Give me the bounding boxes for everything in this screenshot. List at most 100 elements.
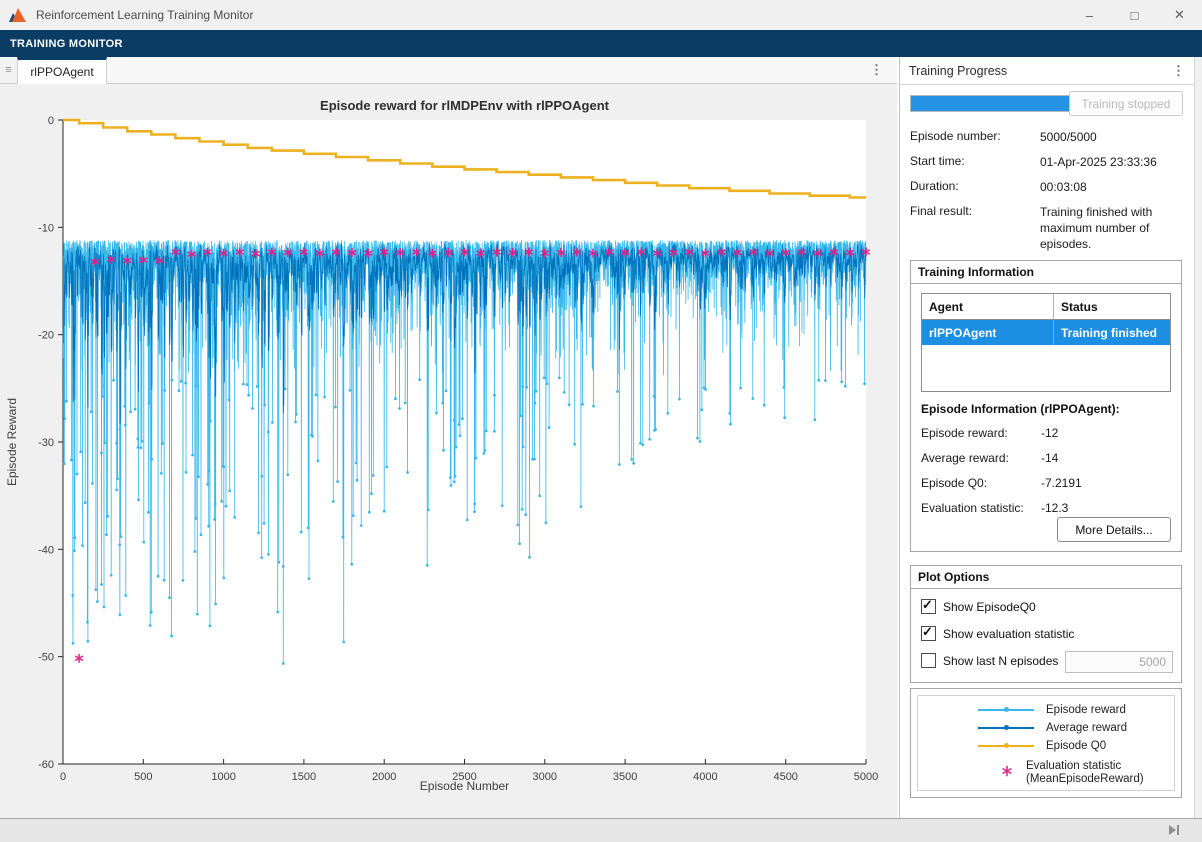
figure-area: Episode reward for rlMDPEnv with rlPPOAg…	[0, 84, 897, 818]
svg-text:4500: 4500	[773, 771, 797, 783]
status-column-header: Status	[1054, 294, 1170, 319]
legend-label: Episode Q0	[1046, 740, 1106, 753]
legend-row-0: Episode reward	[918, 703, 1174, 717]
episode-information-title: Episode Information (rlPPOAgent):	[921, 402, 1120, 416]
evaluation-statistic-asterisk-icon	[1000, 764, 1014, 783]
training-information-section: Training Information Agent Status rlPPOA…	[910, 260, 1182, 552]
show-last-n-episodes-label: Show last N episodes	[943, 654, 1058, 668]
show-evaluation-statistic-option[interactable]: Show evaluation statistic	[921, 626, 1074, 641]
table-row[interactable]: rlPPOAgent Training finished	[922, 320, 1170, 345]
svg-text:5000: 5000	[854, 771, 878, 783]
show-episodeq0-option[interactable]: Show EpisodeQ0	[921, 599, 1036, 614]
legend-label: Average reward	[1046, 722, 1127, 735]
tab-actions-icon[interactable]: ⋮	[870, 62, 883, 78]
svg-text:-40: -40	[38, 544, 54, 556]
more-details-button[interactable]: More Details...	[1057, 517, 1171, 542]
document-tab-bar: ≡ rlPPOAgent ⋮	[0, 57, 897, 84]
episode-q0-row: Episode Q0: -7.2191	[921, 476, 1171, 490]
legend-box: Episode reward Average reward Episode Q0	[910, 688, 1182, 798]
svg-text:4000: 4000	[693, 771, 717, 783]
status-cell[interactable]: Training finished	[1054, 320, 1170, 345]
svg-text:0: 0	[48, 115, 54, 127]
show-evaluation-statistic-label: Show evaluation statistic	[943, 627, 1074, 641]
evaluation-statistic-label: Evaluation statistic:	[921, 501, 1024, 515]
svg-text:2000: 2000	[372, 771, 396, 783]
panel-gutter	[1194, 57, 1202, 818]
skip-to-end-icon[interactable]	[1168, 824, 1180, 836]
average-reward-row: Average reward: -14	[921, 451, 1171, 465]
toolstrip-tab-training-monitor[interactable]: TRAINING MONITOR	[10, 38, 123, 50]
episode-q0-line-icon	[978, 741, 1034, 751]
training-information-title: Training Information	[911, 261, 1181, 284]
svg-text:500: 500	[134, 771, 152, 783]
tab-rlppoagent[interactable]: rlPPOAgent	[17, 57, 107, 84]
plot-options-title: Plot Options	[911, 566, 1181, 589]
svg-text:-50: -50	[38, 652, 54, 664]
final-result-row: Final result: Training finished with max…	[910, 204, 1182, 218]
average-reward-label: Average reward:	[921, 451, 1009, 465]
svg-text:1000: 1000	[211, 771, 235, 783]
toolstrip: TRAINING MONITOR	[0, 30, 1202, 57]
tab-grip-icon[interactable]: ≡	[0, 57, 18, 83]
minimize-button[interactable]: –	[1067, 0, 1112, 30]
training-progress-panel: Training Progress ⋮ Training stopped Epi…	[899, 57, 1194, 818]
agent-cell[interactable]: rlPPOAgent	[922, 320, 1054, 345]
svg-text:-30: -30	[38, 437, 54, 449]
episode-q0-value: -7.2191	[1041, 476, 1082, 490]
svg-text:1500: 1500	[292, 771, 316, 783]
episode-reward-label: Episode reward:	[921, 426, 1008, 440]
last-n-episodes-input[interactable]	[1065, 651, 1173, 673]
window-title: Reinforcement Learning Training Monitor	[36, 8, 253, 22]
svg-text:Episode Number: Episode Number	[420, 779, 509, 793]
svg-text:Episode Reward: Episode Reward	[5, 398, 19, 486]
show-last-n-episodes-option[interactable]: Show last N episodes	[921, 653, 1058, 668]
training-stopped-button: Training stopped	[1069, 91, 1183, 116]
show-episodeq0-label: Show EpisodeQ0	[943, 600, 1036, 614]
start-time-label: Start time:	[910, 154, 965, 168]
episode-number-row: Episode number: 5000/5000	[910, 129, 1182, 143]
panel-title: Training Progress	[909, 64, 1007, 78]
legend-label: Episode reward	[1046, 704, 1126, 717]
duration-row: Duration: 00:03:08	[910, 179, 1182, 193]
evaluation-statistic-row: Evaluation statistic: -12.3	[921, 501, 1171, 515]
training-plot: Episode reward for rlMDPEnv with rlPPOAg…	[0, 84, 897, 818]
episode-reward-value: -12	[1041, 426, 1058, 440]
maximize-button[interactable]: □	[1112, 0, 1157, 30]
legend-row-2: Episode Q0	[918, 739, 1174, 753]
agent-column-header: Agent	[922, 294, 1054, 319]
evaluation-statistic-value: -12.3	[1041, 501, 1068, 515]
duration-value: 00:03:08	[1040, 179, 1192, 195]
panel-header: Training Progress ⋮	[900, 57, 1194, 85]
progress-bar-fill	[911, 96, 1071, 111]
legend-row-3: Evaluation statistic (MeanEpisodeReward)	[918, 759, 1174, 787]
duration-label: Duration:	[910, 179, 959, 193]
svg-text:-60: -60	[38, 759, 54, 771]
episode-number-label: Episode number:	[910, 129, 1001, 143]
window-controls: – □ ✕	[1067, 0, 1202, 30]
episode-q0-label: Episode Q0:	[921, 476, 987, 490]
average-reward-value: -14	[1041, 451, 1058, 465]
svg-text:0: 0	[60, 771, 66, 783]
svg-text:-10: -10	[38, 222, 54, 234]
close-button[interactable]: ✕	[1157, 0, 1202, 30]
show-evaluation-statistic-checkbox[interactable]	[921, 626, 936, 641]
title-bar: Reinforcement Learning Training Monitor …	[0, 0, 1202, 30]
matlab-logo-icon	[9, 7, 27, 23]
final-result-value: Training finished with maximum number of…	[1040, 204, 1192, 252]
legend-row-1: Average reward	[918, 721, 1174, 735]
episode-reward-row: Episode reward: -12	[921, 426, 1171, 440]
panel-menu-icon[interactable]: ⋮	[1172, 63, 1185, 79]
episode-reward-line-icon	[978, 705, 1034, 715]
svg-text:3000: 3000	[533, 771, 557, 783]
status-bar	[0, 818, 1202, 842]
show-episodeq0-checkbox[interactable]	[921, 599, 936, 614]
svg-text:-20: -20	[38, 330, 54, 342]
legend-label: Evaluation statistic (MeanEpisodeReward)	[1026, 760, 1144, 786]
svg-text:3500: 3500	[613, 771, 637, 783]
episode-number-value: 5000/5000	[1040, 129, 1192, 145]
plot-options-section: Plot Options Show EpisodeQ0 Show evaluat…	[910, 565, 1182, 683]
show-last-n-episodes-checkbox[interactable]	[921, 653, 936, 668]
agent-status-table: Agent Status rlPPOAgent Training finishe…	[921, 293, 1171, 392]
start-time-row: Start time: 01-Apr-2025 23:33:36	[910, 154, 1182, 168]
table-header-row: Agent Status	[922, 294, 1170, 320]
